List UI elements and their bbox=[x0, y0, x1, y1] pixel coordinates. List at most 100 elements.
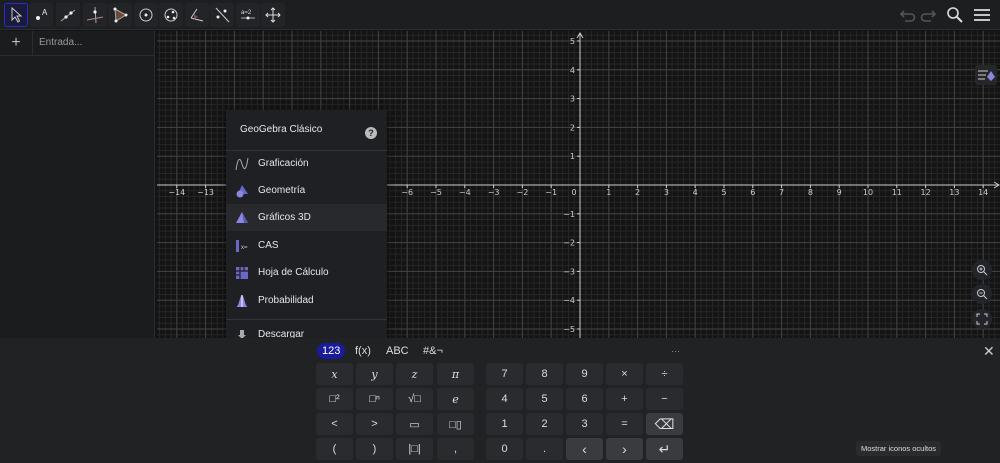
key[interactable]: π bbox=[437, 363, 474, 385]
key[interactable]: y bbox=[356, 363, 393, 385]
key[interactable]: 9 bbox=[566, 363, 603, 385]
y-tick-label: −4 bbox=[563, 296, 575, 305]
key[interactable]: √□ bbox=[396, 388, 433, 410]
y-tick-label: 5 bbox=[570, 37, 575, 46]
x-tick-label: 5 bbox=[721, 188, 726, 197]
x-tick-label: −13 bbox=[197, 188, 214, 197]
menu-item-cas[interactable]: x= CAS bbox=[226, 232, 387, 259]
key[interactable]: 7 bbox=[486, 363, 523, 385]
key[interactable]: ▭ bbox=[396, 413, 433, 435]
menu-item-graphing[interactable]: Graficación bbox=[226, 150, 387, 177]
fullscreen-button[interactable] bbox=[972, 309, 992, 329]
algebra-input[interactable]: Entrada... bbox=[33, 31, 154, 55]
y-tick-label: 1 bbox=[570, 152, 575, 161]
key-label: , bbox=[453, 443, 458, 455]
key[interactable]: □² bbox=[316, 388, 353, 410]
style-bar-toggle-button[interactable] bbox=[975, 65, 997, 85]
polygon-tool-button[interactable] bbox=[108, 3, 132, 27]
slider-tool-button[interactable]: a=2 bbox=[236, 3, 260, 27]
backspace-icon: ⌫ bbox=[654, 415, 675, 432]
menu-item-download[interactable]: Descargar bbox=[226, 321, 387, 338]
menu-item-geometry[interactable]: Geometría bbox=[226, 177, 387, 204]
perpendicular-tool-button[interactable] bbox=[83, 3, 107, 27]
key-label: 7 bbox=[501, 368, 508, 380]
redo-button[interactable] bbox=[918, 5, 938, 25]
menu-item-probability[interactable]: Probabilidad bbox=[226, 287, 387, 314]
key[interactable]: x bbox=[316, 363, 353, 385]
key[interactable]: |□| bbox=[396, 438, 433, 460]
zoom-out-button[interactable] bbox=[972, 284, 992, 304]
x-tick-label: 0 bbox=[571, 188, 576, 197]
menu-item-label: Hoja de Cálculo bbox=[258, 267, 329, 278]
key-label: □ⁿ bbox=[369, 393, 380, 405]
keyboard-tab-functions[interactable]: f(x) bbox=[350, 343, 376, 359]
undo-button[interactable] bbox=[898, 5, 918, 25]
key-label: π bbox=[451, 367, 460, 381]
key[interactable]: 6 bbox=[566, 388, 603, 410]
key[interactable]: 0 bbox=[486, 438, 523, 460]
x-tick-label: 7 bbox=[779, 188, 784, 197]
line-tool-button[interactable] bbox=[56, 3, 80, 27]
keyboard-tab-symbols[interactable]: #&¬ bbox=[418, 343, 448, 359]
key[interactable]: . bbox=[526, 438, 563, 460]
reflect-tool-button[interactable] bbox=[210, 3, 234, 27]
keyboard-close-button[interactable]: ✕ bbox=[978, 343, 1000, 359]
key[interactable]: , bbox=[437, 438, 474, 460]
key[interactable]: ( bbox=[316, 438, 353, 460]
keyboard-more-button[interactable]: ··· bbox=[666, 343, 685, 359]
fullscreen-icon bbox=[976, 313, 988, 325]
key[interactable]: □▯ bbox=[437, 413, 474, 435]
key[interactable]: z bbox=[396, 363, 433, 385]
key[interactable]: 8 bbox=[526, 363, 563, 385]
add-item-button[interactable]: + bbox=[0, 31, 33, 55]
cas-icon: x= bbox=[235, 239, 249, 253]
key-label: 8 bbox=[541, 368, 548, 380]
key-label: x bbox=[331, 367, 338, 381]
circle-three-points-button[interactable] bbox=[159, 3, 183, 27]
key-label: ) bbox=[372, 443, 377, 455]
cursor-left-key[interactable]: ‹ bbox=[566, 438, 603, 460]
circle-tool-button[interactable] bbox=[134, 3, 158, 27]
menu-item-spreadsheet[interactable]: Hoja de Cálculo bbox=[226, 259, 387, 286]
x-tick-label: 10 bbox=[863, 188, 873, 197]
key-label: √□ bbox=[408, 393, 421, 405]
backspace-key[interactable]: ⌫ bbox=[646, 413, 683, 435]
search-button[interactable] bbox=[945, 5, 965, 25]
keyboard-tab-abc[interactable]: ABC bbox=[381, 343, 414, 359]
x-tick-label: −4 bbox=[459, 188, 471, 197]
key[interactable]: ) bbox=[356, 438, 393, 460]
key[interactable]: < bbox=[316, 413, 353, 435]
toolbar: A a=2 bbox=[0, 0, 1000, 30]
menu-title: GeoGebra Clásico bbox=[240, 124, 323, 135]
x-tick-label: 12 bbox=[921, 188, 931, 197]
key[interactable]: □ⁿ bbox=[356, 388, 393, 410]
key-label: e bbox=[452, 392, 459, 406]
key[interactable]: e bbox=[437, 388, 474, 410]
key[interactable]: × bbox=[606, 363, 643, 385]
move-graphics-view-button[interactable] bbox=[261, 3, 285, 27]
key[interactable]: 2 bbox=[526, 413, 563, 435]
angle-tool-button[interactable] bbox=[185, 3, 209, 27]
style-bar-icon bbox=[978, 70, 995, 81]
menu-item-label: Probabilidad bbox=[258, 295, 314, 306]
key[interactable]: = bbox=[606, 413, 643, 435]
key[interactable]: 5 bbox=[526, 388, 563, 410]
key[interactable]: + bbox=[606, 388, 643, 410]
zoom-in-button[interactable] bbox=[972, 260, 992, 280]
key[interactable]: 3 bbox=[566, 413, 603, 435]
point-tool-button[interactable]: A bbox=[29, 3, 53, 27]
cursor-right-key[interactable]: › bbox=[606, 438, 643, 460]
key[interactable]: > bbox=[356, 413, 393, 435]
key[interactable]: − bbox=[646, 388, 683, 410]
menu-item-label: Descargar bbox=[258, 329, 305, 338]
key[interactable]: 1 bbox=[486, 413, 523, 435]
enter-key[interactable]: ↵ bbox=[646, 438, 683, 460]
menu-item-3d-graphics[interactable]: Gráficos 3D bbox=[226, 204, 387, 231]
key[interactable]: 4 bbox=[486, 388, 523, 410]
key[interactable]: ÷ bbox=[646, 363, 683, 385]
main-menu-button[interactable] bbox=[972, 5, 992, 25]
help-icon[interactable]: ? bbox=[365, 127, 377, 139]
slider-icon: a=2 bbox=[241, 10, 255, 20]
move-tool-button[interactable] bbox=[4, 3, 28, 27]
keyboard-tab-123[interactable]: 123 bbox=[317, 343, 346, 359]
